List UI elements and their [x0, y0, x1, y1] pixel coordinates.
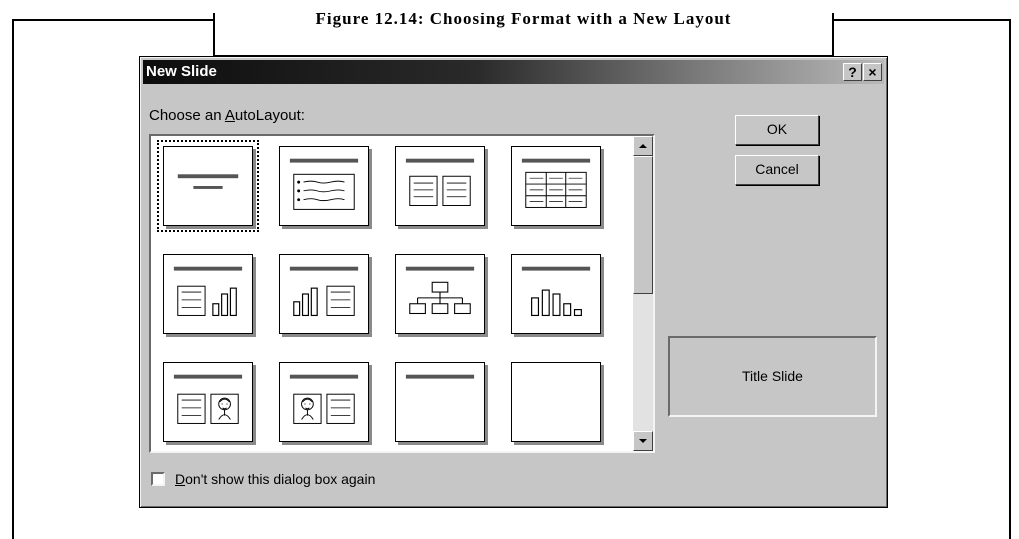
title-bar[interactable]: New Slide ? × [143, 60, 884, 84]
dialog-title: New Slide [146, 63, 217, 80]
figure-caption: Figure 12.14: Choosing Format with a New… [315, 13, 732, 28]
table-icon [521, 158, 591, 208]
scroll-up-button[interactable] [633, 136, 653, 156]
dont-show-again-checkbox[interactable] [151, 472, 165, 486]
chart-icon [521, 266, 591, 317]
title-only-icon [405, 374, 475, 379]
layout-organization-chart[interactable] [395, 254, 485, 334]
cancel-button[interactable]: Cancel [735, 155, 819, 185]
arrow-down-icon [639, 439, 647, 443]
organization-chart-icon [405, 266, 475, 315]
blank-icon [512, 363, 600, 441]
scroll-thumb[interactable] [633, 156, 653, 294]
layout-title-slide[interactable] [157, 140, 259, 232]
text-and-clip-art-icon [173, 374, 243, 424]
dont-show-again-label: Don't show this dialog box again [175, 471, 376, 487]
figure-caption-box: Figure 12.14: Choosing Format with a New… [213, 13, 834, 57]
help-button[interactable]: ? [843, 63, 862, 81]
arrow-up-icon [639, 144, 647, 148]
scroll-down-button[interactable] [633, 431, 653, 451]
clip-art-and-text-icon [289, 374, 359, 424]
layout-two-column-text[interactable] [395, 146, 485, 226]
layout-chart[interactable] [511, 254, 601, 334]
layout-table[interactable] [511, 146, 601, 226]
chart-and-text-icon [289, 266, 359, 317]
close-button[interactable]: × [863, 63, 882, 81]
bulleted-list-icon [289, 158, 359, 210]
layout-bulleted-list[interactable] [279, 146, 369, 226]
two-column-text-icon [405, 158, 475, 206]
title-slide-icon [177, 174, 239, 189]
autolayout-list[interactable] [149, 134, 655, 453]
ok-button[interactable]: OK [735, 115, 819, 145]
layout-clip-art-and-text[interactable] [279, 362, 369, 442]
layout-chart-and-text[interactable] [279, 254, 369, 334]
new-slide-dialog: New Slide ? × Choose an AutoLayout: OK C… [139, 56, 888, 508]
layout-title-only[interactable] [395, 362, 485, 442]
text-and-chart-icon [173, 266, 243, 317]
layout-text-and-chart[interactable] [163, 254, 253, 334]
layout-text-and-clip-art[interactable] [163, 362, 253, 442]
layout-blank[interactable] [511, 362, 601, 442]
vertical-scrollbar[interactable] [633, 136, 653, 451]
layout-preview-label: Title Slide [668, 336, 877, 417]
autolayout-label: Choose an AutoLayout: [149, 107, 305, 124]
